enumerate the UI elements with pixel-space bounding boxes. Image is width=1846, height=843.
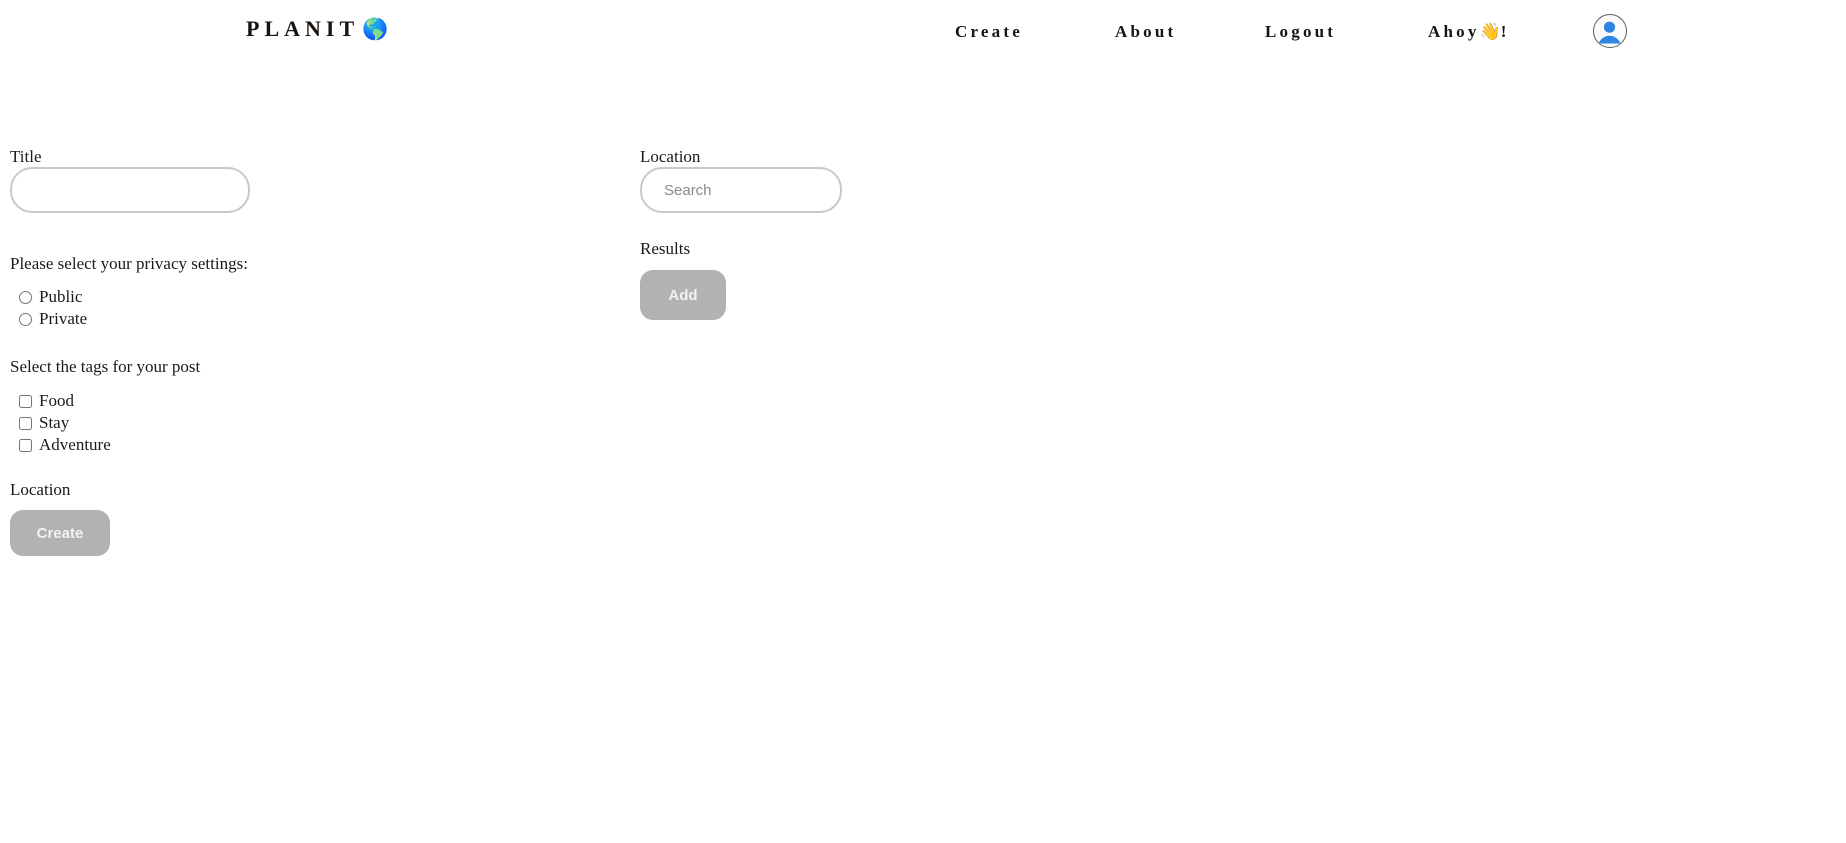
waving-hand-icon: 👋	[1479, 22, 1501, 42]
privacy-radio-group: Public Private	[10, 286, 87, 330]
results-label: Results	[640, 239, 691, 258]
nav-item-logout[interactable]: Logout	[1265, 22, 1336, 42]
privacy-radio-public[interactable]	[19, 290, 32, 304]
privacy-radio-private[interactable]	[19, 312, 32, 326]
user-greeting: Ahoy👋!	[1428, 22, 1510, 42]
tag-option-food-label[interactable]: Food	[39, 391, 74, 411]
tag-option-stay-label[interactable]: Stay	[39, 413, 69, 433]
greeting-suffix: !	[1500, 22, 1510, 41]
tag-option-adventure[interactable]: Adventure	[10, 434, 111, 456]
nav-item-create[interactable]: Create	[955, 22, 1023, 42]
tag-checkbox-food[interactable]	[19, 394, 32, 408]
user-avatar-icon	[1594, 16, 1625, 46]
create-post-page: Title Please select your privacy setting…	[0, 68, 1846, 843]
tag-option-food[interactable]: Food	[10, 390, 111, 412]
nav-item-about[interactable]: About	[1115, 22, 1176, 42]
privacy-settings-label: Please select your privacy settings:	[10, 254, 248, 273]
top-navbar: PLANIT 🌎 Create About Logout Ahoy👋!	[0, 0, 1846, 68]
brand-title: PLANIT	[246, 16, 360, 41]
add-button[interactable]: Add	[640, 270, 726, 320]
tag-option-stay[interactable]: Stay	[10, 412, 111, 434]
brand-logo[interactable]: PLANIT 🌎	[246, 18, 388, 40]
tags-label: Select the tags for your post	[10, 357, 201, 376]
tag-option-adventure-label[interactable]: Adventure	[39, 435, 111, 455]
location-search-label: Location	[640, 147, 701, 166]
globe-icon: 🌎	[362, 16, 389, 41]
create-button[interactable]: Create	[10, 510, 110, 556]
title-input[interactable]	[10, 167, 250, 213]
privacy-option-private[interactable]: Private	[10, 308, 87, 330]
privacy-option-private-label[interactable]: Private	[39, 309, 87, 329]
privacy-option-public-label[interactable]: Public	[39, 287, 82, 307]
privacy-option-public[interactable]: Public	[10, 286, 87, 308]
tag-checkbox-adventure[interactable]	[19, 438, 32, 452]
avatar[interactable]	[1593, 14, 1627, 48]
selected-location-label: Location	[10, 480, 71, 499]
greeting-text: Ahoy	[1428, 22, 1480, 41]
tags-checkbox-group: Food Stay Adventure	[10, 390, 111, 456]
search-input[interactable]	[640, 167, 842, 213]
tag-checkbox-stay[interactable]	[19, 416, 32, 430]
title-label: Title	[10, 147, 42, 166]
